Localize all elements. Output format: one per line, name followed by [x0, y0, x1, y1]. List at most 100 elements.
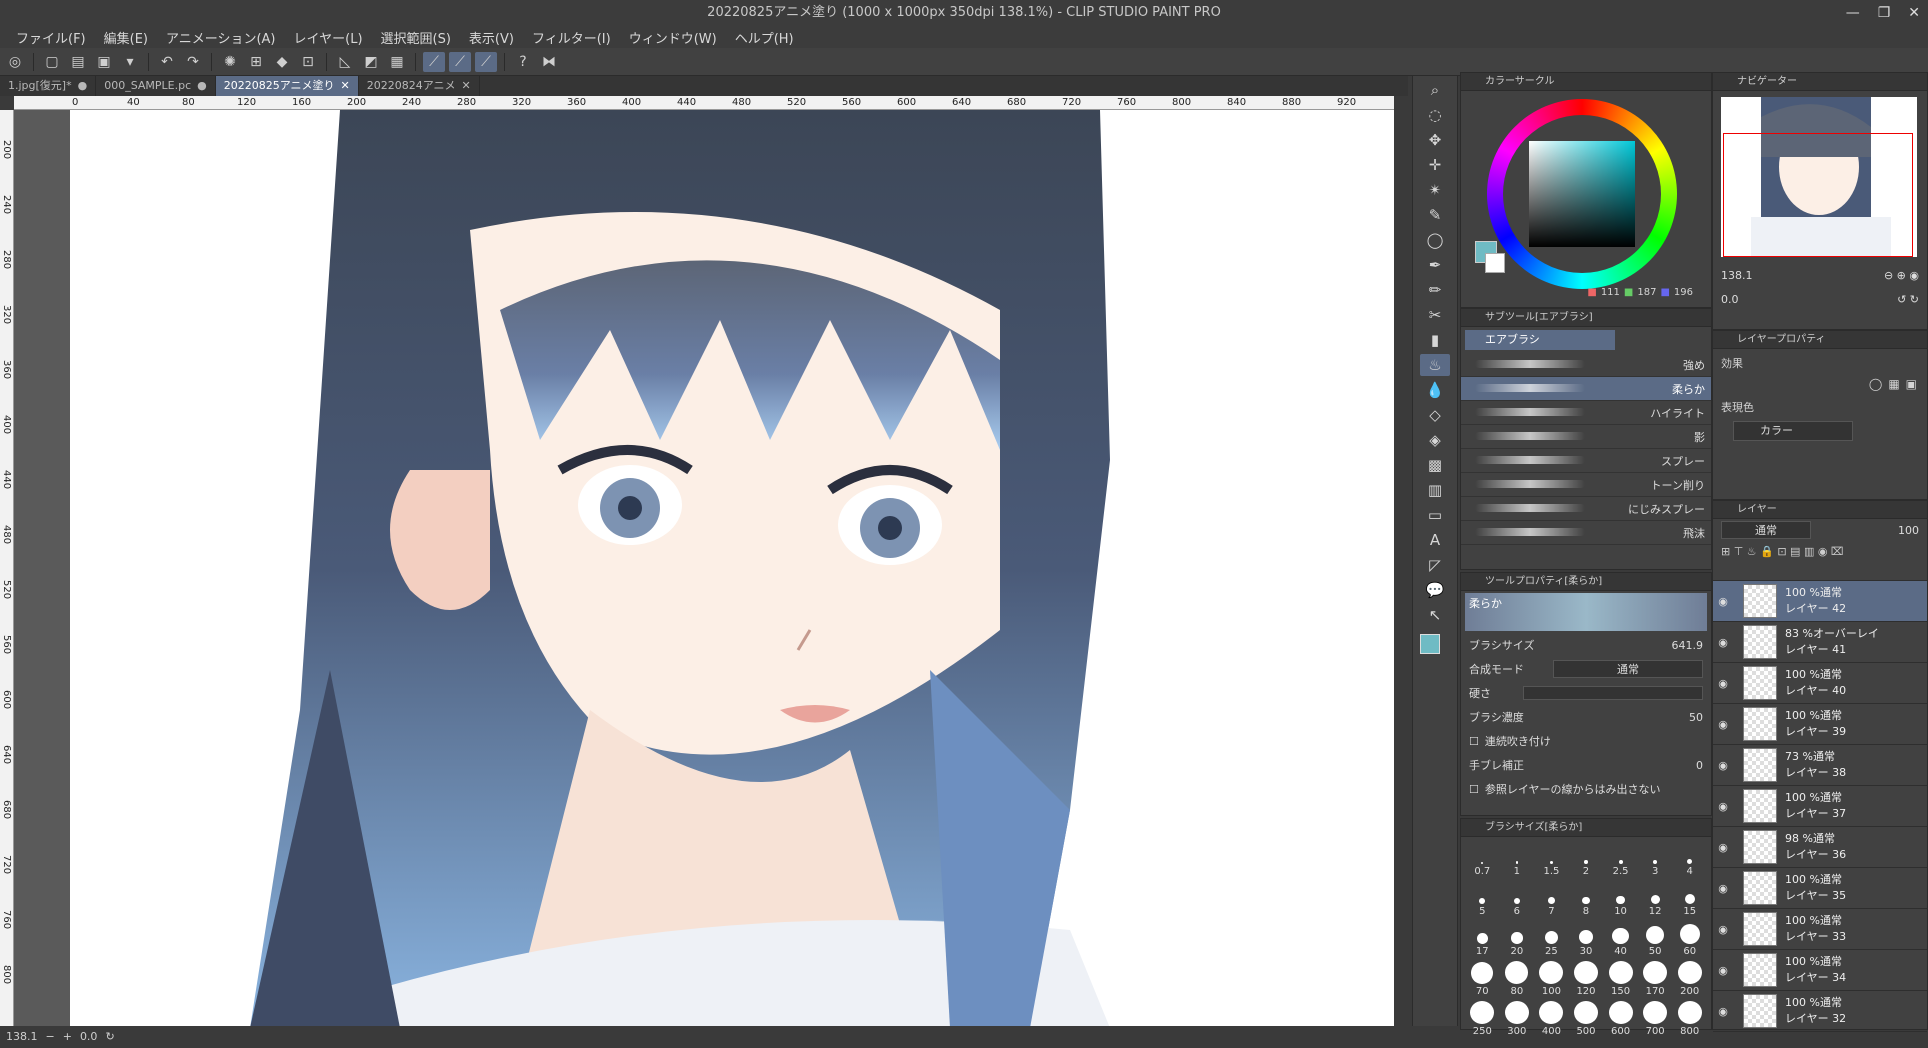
- zoom-controls-icon[interactable]: ⊖ ⊕ ◉: [1884, 269, 1919, 282]
- sub-color-swatch[interactable]: [1485, 253, 1505, 273]
- brush-size-option[interactable]: 6: [1500, 881, 1535, 917]
- brush-size-option[interactable]: 5: [1465, 881, 1500, 917]
- close-button[interactable]: ✕: [1908, 5, 1920, 21]
- new-file-icon[interactable]: ▢: [41, 52, 63, 72]
- redo-icon[interactable]: ↷: [182, 52, 204, 72]
- brush-size-option[interactable]: 250: [1465, 1001, 1500, 1037]
- main-color-swatch[interactable]: [1420, 634, 1440, 654]
- eyedropper-icon[interactable]: ✎: [1420, 204, 1450, 226]
- snap-ruler-icon[interactable]: ◺: [334, 52, 356, 72]
- blend-icon[interactable]: 💧: [1420, 379, 1450, 401]
- brush-size-option[interactable]: 120: [1569, 961, 1604, 997]
- brush-size-option[interactable]: 100: [1534, 961, 1569, 997]
- brush-size-option[interactable]: 1.5: [1534, 841, 1569, 877]
- layer-opacity-value[interactable]: 100: [1898, 524, 1919, 537]
- layer-row[interactable]: ◉ 73 %通常 レイヤー 38: [1713, 745, 1927, 786]
- brush-size-option[interactable]: 700: [1638, 1001, 1673, 1037]
- menu-selection[interactable]: 選択範囲(S): [373, 28, 459, 47]
- checkbox[interactable]: ☐: [1469, 783, 1479, 796]
- undo-icon[interactable]: ↶: [156, 52, 178, 72]
- navigator-angle-value[interactable]: 0.0: [1721, 293, 1739, 306]
- brush-size-option[interactable]: 8: [1569, 881, 1604, 917]
- layer-row[interactable]: ◉ 100 %通常 レイヤー 33: [1713, 909, 1927, 950]
- airbrush-icon[interactable]: ♨: [1420, 354, 1450, 376]
- subtool-item[interactable]: 影: [1461, 425, 1711, 449]
- transform-icon[interactable]: ⊡: [297, 52, 319, 72]
- brush-size-row[interactable]: ブラシサイズ 641.9: [1461, 633, 1711, 657]
- crop-icon[interactable]: ⊞: [245, 52, 267, 72]
- app-icon[interactable]: ◎: [4, 52, 26, 72]
- eye-icon[interactable]: ◉: [1713, 677, 1733, 690]
- pencil-icon[interactable]: ✏: [1420, 279, 1450, 301]
- layer-tool-icons[interactable]: ⊞ ⊤ ♨ 🔒 ⊡ ▤ ▥ ◉ ⌧: [1713, 541, 1927, 562]
- flip-icon[interactable]: ⧓: [538, 52, 560, 72]
- brush-size-option[interactable]: 60: [1672, 921, 1707, 957]
- layer-color-icon[interactable]: ▣: [1906, 377, 1917, 391]
- stabilize-value[interactable]: 0: [1696, 759, 1703, 772]
- balloon-icon[interactable]: 💬: [1420, 579, 1450, 601]
- brush-size-option[interactable]: 170: [1638, 961, 1673, 997]
- maximize-button[interactable]: ❐: [1878, 5, 1891, 21]
- eraser-icon[interactable]: ◇: [1420, 404, 1450, 426]
- zoom-in-icon[interactable]: +: [63, 1030, 72, 1043]
- layer-row[interactable]: ◉ 100 %通常 レイヤー 39: [1713, 704, 1927, 745]
- pen-icon[interactable]: ✒: [1420, 254, 1450, 276]
- fill-icon[interactable]: ◆: [271, 52, 293, 72]
- layer-row[interactable]: ◉ 100 %通常 レイヤー 34: [1713, 950, 1927, 991]
- tab-20220824[interactable]: 20220824アニメ ✕: [359, 76, 480, 96]
- menu-window[interactable]: ウィンドウ(W): [621, 28, 725, 47]
- layer-row[interactable]: ◉ 100 %通常 レイヤー 35: [1713, 868, 1927, 909]
- gradient-icon[interactable]: ▩: [1420, 454, 1450, 476]
- blend-mode-row[interactable]: 合成モード 通常: [1461, 657, 1711, 681]
- subtool-item[interactable]: 柔らか: [1461, 377, 1711, 401]
- subtool-item[interactable]: にじみスプレー: [1461, 497, 1711, 521]
- ref-layer-row[interactable]: ☐ 参照レイヤーの線からはみ出さない: [1461, 777, 1711, 801]
- brush-size-option[interactable]: 40: [1603, 921, 1638, 957]
- anti-alias-weak-icon[interactable]: ⟋: [449, 51, 471, 72]
- saturation-value-square[interactable]: [1529, 141, 1635, 247]
- eye-icon[interactable]: ◉: [1713, 759, 1733, 772]
- layer-row[interactable]: ◉ 100 %通常 レイヤー 32: [1713, 991, 1927, 1032]
- frame-icon[interactable]: ▥: [1420, 479, 1450, 501]
- eye-icon[interactable]: ◉: [1713, 595, 1733, 608]
- menu-filter[interactable]: フィルター(I): [524, 28, 619, 47]
- brush-size-option[interactable]: 400: [1534, 1001, 1569, 1037]
- drawing-canvas[interactable]: [70, 110, 1394, 1028]
- brush-size-option[interactable]: 200: [1672, 961, 1707, 997]
- navigator-zoom-row[interactable]: 138.1 ⊖ ⊕ ◉: [1713, 263, 1927, 287]
- eye-icon[interactable]: ◉: [1713, 1005, 1733, 1018]
- brush-size-option[interactable]: 4: [1672, 841, 1707, 877]
- eye-icon[interactable]: ◉: [1713, 800, 1733, 813]
- stabilize-row[interactable]: 手ブレ補正 0: [1461, 753, 1711, 777]
- close-icon[interactable]: ✕: [462, 76, 471, 96]
- brush-size-option[interactable]: 150: [1603, 961, 1638, 997]
- menu-layer[interactable]: レイヤー(L): [286, 28, 371, 47]
- canvas-area[interactable]: [14, 110, 1394, 1030]
- continuous-row[interactable]: ☐ 連続吹き付け: [1461, 729, 1711, 753]
- anti-alias-none-icon[interactable]: ⟋: [423, 51, 445, 72]
- clear-selection-icon[interactable]: ✺: [219, 52, 241, 72]
- minimize-button[interactable]: —: [1846, 5, 1860, 21]
- layer-move-icon[interactable]: ✥: [1420, 129, 1450, 151]
- tab-20220825[interactable]: 20220825アニメ塗り ✕: [215, 76, 359, 96]
- zoom-out-icon[interactable]: −: [46, 1030, 55, 1043]
- rotate-icon[interactable]: ↻: [105, 1030, 114, 1043]
- zoom-readout[interactable]: 138.1: [6, 1030, 38, 1043]
- navigator-angle-row[interactable]: 0.0 ↺ ↻: [1713, 287, 1927, 311]
- subtool-item[interactable]: トーン削り: [1461, 473, 1711, 497]
- brush-icon[interactable]: ✂: [1420, 304, 1450, 326]
- subtool-item[interactable]: 飛沫: [1461, 521, 1711, 545]
- menu-edit[interactable]: 編集(E): [96, 28, 156, 47]
- chevron-down-icon[interactable]: ▾: [119, 52, 141, 72]
- auto-select-icon[interactable]: ✴: [1420, 179, 1450, 201]
- brush-size-option[interactable]: 2.5: [1603, 841, 1638, 877]
- layer-blend-select[interactable]: 通常: [1721, 521, 1811, 539]
- open-folder-icon[interactable]: ▤: [67, 52, 89, 72]
- shape-icon[interactable]: ▭: [1420, 504, 1450, 526]
- brush-size-option[interactable]: 25: [1534, 921, 1569, 957]
- menu-file[interactable]: ファイル(F): [8, 28, 94, 47]
- brush-size-option[interactable]: 7: [1534, 881, 1569, 917]
- layer-row[interactable]: ◉ 100 %通常 レイヤー 40: [1713, 663, 1927, 704]
- eye-icon[interactable]: ◉: [1713, 636, 1733, 649]
- tone-effect-icon[interactable]: ▦: [1888, 377, 1899, 391]
